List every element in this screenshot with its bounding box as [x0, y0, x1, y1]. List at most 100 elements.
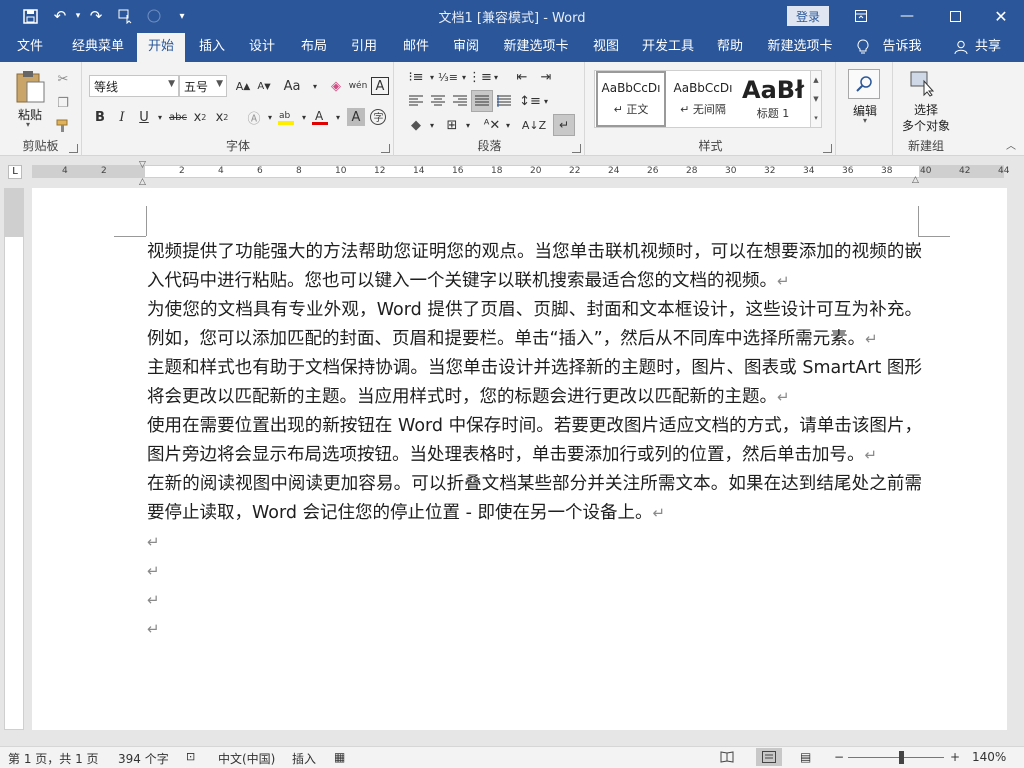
tab-layout[interactable]: 布局	[292, 32, 336, 62]
paragraph-5[interactable]: 在新的阅读视图中阅读更加容易。可以折叠文档某些部分并关注所需文本。如果在达到结尾…	[147, 470, 922, 528]
show-marks-icon[interactable]: ↵	[553, 114, 575, 136]
character-border-icon[interactable]: A	[371, 77, 389, 95]
bold-icon[interactable]: B	[89, 106, 111, 128]
paste-icon[interactable]	[14, 68, 46, 106]
align-right-icon[interactable]	[449, 90, 471, 112]
print-layout-icon[interactable]	[756, 748, 782, 766]
style-normal[interactable]: AaBbCcDı ↵ 正文	[596, 71, 666, 127]
login-button[interactable]: 登录	[787, 6, 829, 26]
zoom-slider-thumb[interactable]	[899, 751, 904, 764]
styles-launcher-icon[interactable]	[823, 144, 832, 153]
italic-icon[interactable]: I	[111, 106, 133, 128]
clipboard-launcher-icon[interactable]	[69, 144, 78, 153]
ribbon-display-icon[interactable]	[838, 0, 884, 32]
tab-selector[interactable]: L	[8, 165, 22, 179]
paragraph-launcher-icon[interactable]	[572, 144, 581, 153]
borders-dropdown-icon[interactable]: ▾	[457, 114, 479, 136]
paragraph-1[interactable]: 视频提供了功能强大的方法帮助您证明您的观点。当您单击联机视频时，可以在想要添加的…	[147, 238, 922, 296]
zoom-out-button[interactable]: −	[834, 750, 844, 764]
font-size-combo[interactable]: 五号 ▼	[179, 75, 227, 97]
zoom-level[interactable]: 140%	[972, 750, 1006, 764]
empty-paragraph[interactable]: ↵	[147, 528, 922, 557]
select-objects-icon[interactable]	[910, 71, 936, 97]
paragraph-3[interactable]: 主题和样式也有助于文档保持协调。当您单击设计并选择新的主题时，图片、图表或 Sm…	[147, 354, 922, 412]
insert-mode[interactable]: 插入	[292, 750, 316, 767]
collapse-ribbon-icon[interactable]: ︿	[1006, 137, 1016, 152]
tab-home[interactable]: 开始	[137, 33, 185, 62]
paragraph-4[interactable]: 使用在需要位置出现的新按钮在 Word 中保存时间。若要更改图片适应文档的方式，…	[147, 412, 922, 470]
styles-scroll[interactable]: ▲ ▼ ▾	[810, 70, 822, 128]
grow-font-icon[interactable]: A ▲	[232, 75, 254, 97]
copy-icon[interactable]: ❐	[52, 92, 74, 114]
empty-paragraph[interactable]: ↵	[147, 557, 922, 586]
zoom-in-button[interactable]: +	[950, 750, 960, 764]
right-indent-icon[interactable]: △	[912, 175, 919, 185]
increase-indent-icon[interactable]: ⇥	[535, 66, 557, 88]
tab-view[interactable]: 视图	[584, 32, 628, 62]
minimize-icon[interactable]: —	[884, 0, 930, 32]
tab-help[interactable]: 帮助	[708, 32, 752, 62]
style-heading-1[interactable]: AaBł 标题 1	[740, 71, 806, 127]
document-page[interactable]: 视频提供了功能强大的方法帮助您证明您的观点。当您单击联机视频时，可以在想要添加的…	[32, 188, 1007, 730]
tab-mailings[interactable]: 邮件	[394, 32, 438, 62]
select-multiple-objects-button[interactable]: 选择 多个对象	[894, 102, 958, 134]
clear-formatting-icon[interactable]: ◈	[325, 75, 347, 97]
paste-dropdown-icon[interactable]: ▾	[26, 120, 30, 129]
tab-developer[interactable]: 开发工具	[636, 32, 700, 62]
hanging-indent-icon[interactable]: △	[139, 177, 146, 187]
shading-dropdown-icon[interactable]: ▾	[421, 114, 443, 136]
macro-record-icon[interactable]: ▦	[334, 750, 345, 764]
superscript-icon[interactable]: x2	[211, 106, 233, 128]
multilevel-dropdown-icon[interactable]: ▾	[485, 66, 507, 88]
subscript-icon[interactable]: x2	[189, 106, 211, 128]
search-icon[interactable]	[848, 69, 880, 99]
font-launcher-icon[interactable]	[381, 144, 390, 153]
tab-classic-menu[interactable]: 经典菜单	[64, 32, 132, 62]
maximize-icon[interactable]	[932, 0, 978, 32]
justify-icon[interactable]	[471, 90, 493, 112]
paragraph-2[interactable]: 为使您的文档具有专业外观，Word 提供了页眉、页脚、封面和文本框设计，这些设计…	[147, 296, 922, 354]
tab-references[interactable]: 引用	[342, 32, 386, 62]
format-painter-icon[interactable]	[52, 115, 74, 137]
style-no-spacing[interactable]: AaBbCcDı ↵ 无间隔	[668, 71, 738, 127]
sort-icon[interactable]: A↓Z	[522, 114, 546, 136]
font-color-dropdown-icon[interactable]: ▾	[327, 106, 349, 128]
page-count[interactable]: 第 1 页，共 1 页	[8, 750, 99, 767]
tab-new-tab-1[interactable]: 新建选项卡	[498, 32, 574, 62]
empty-paragraph[interactable]: ↵	[147, 586, 922, 615]
decrease-indent-icon[interactable]: ⇤	[511, 66, 533, 88]
tab-design[interactable]: 设计	[240, 32, 284, 62]
proofing-icon[interactable]: ⊡	[186, 750, 195, 763]
tab-new-tab-2[interactable]: 新建选项卡	[762, 32, 838, 62]
tell-me[interactable]: 告诉我	[880, 32, 924, 62]
line-spacing-dropdown-icon[interactable]: ▾	[535, 90, 557, 112]
enclose-characters-icon[interactable]: 字	[367, 106, 389, 128]
close-icon[interactable]: ✕	[978, 0, 1024, 32]
document-body[interactable]: 视频提供了功能强大的方法帮助您证明您的观点。当您单击联机视频时，可以在想要添加的…	[147, 238, 922, 644]
align-center-icon[interactable]	[427, 90, 449, 112]
tab-review[interactable]: 审阅	[444, 32, 488, 62]
read-mode-icon[interactable]	[720, 750, 734, 766]
chinese-layout-dropdown-icon[interactable]: ▾	[497, 114, 519, 136]
align-left-icon[interactable]	[405, 90, 427, 112]
character-shading-icon[interactable]: A	[347, 108, 365, 126]
tab-file[interactable]: 文件	[8, 32, 52, 62]
vertical-ruler[interactable]	[4, 188, 24, 730]
cut-icon[interactable]: ✂	[52, 68, 74, 90]
tab-insert[interactable]: 插入	[190, 32, 234, 62]
font-name-combo[interactable]: 等线 ▼	[89, 75, 179, 97]
zoom-slider-track[interactable]	[848, 757, 944, 758]
shrink-font-icon[interactable]: A ▼	[253, 75, 275, 97]
strikethrough-icon[interactable]: abc	[167, 106, 189, 128]
empty-paragraph[interactable]: ↵	[147, 615, 922, 644]
language[interactable]: 中文(中国)	[218, 750, 275, 767]
phonetic-guide-icon[interactable]: wén	[347, 75, 369, 97]
change-case-icon[interactable]: Aa	[281, 75, 303, 97]
distributed-icon[interactable]	[493, 90, 515, 112]
word-count[interactable]: 394 个字	[118, 750, 169, 767]
ruler-strip[interactable]	[32, 165, 1004, 178]
web-layout-icon[interactable]: ▤	[800, 750, 811, 764]
lightbulb-icon[interactable]	[854, 32, 872, 62]
editing-dropdown-icon[interactable]: ▾	[837, 116, 893, 125]
change-case-dropdown-icon[interactable]: ▾	[304, 75, 326, 97]
